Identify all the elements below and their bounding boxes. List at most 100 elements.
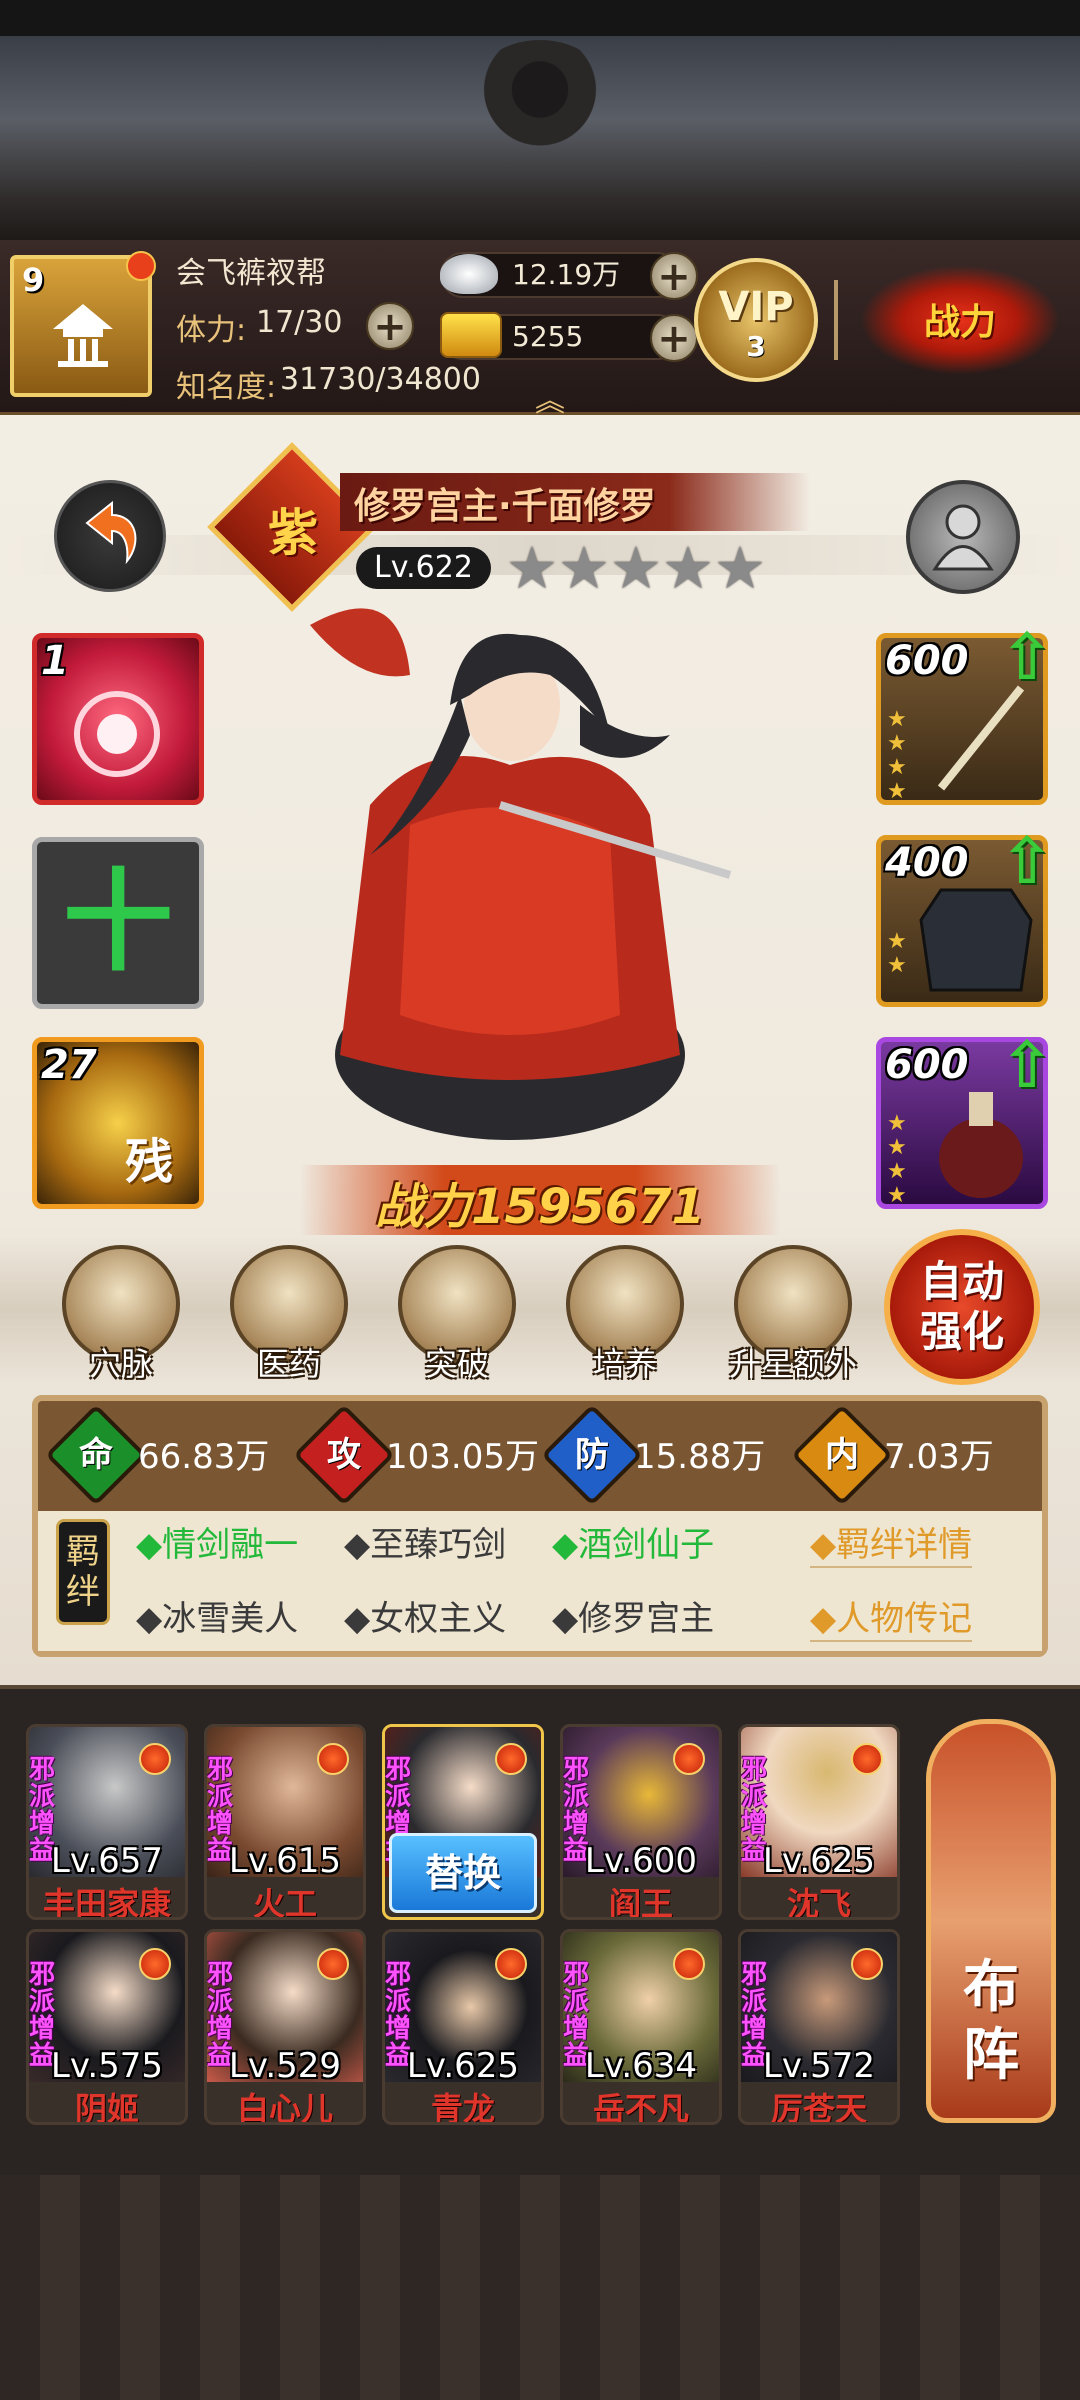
notification-dot	[673, 1948, 705, 1980]
player-level: 9	[22, 261, 45, 299]
notification-dot	[495, 1743, 527, 1775]
action-label: 医药	[256, 1345, 321, 1383]
stats-panel: 命 66.83万 攻 103.05万 防 15.88万 内 7.03万 羁绊 ◆…	[32, 1395, 1048, 1657]
add-gold-button[interactable]: +	[650, 314, 698, 362]
skill-count: 27	[41, 1042, 97, 1088]
team-hero-10[interactable]: 邪派增益 Lv.572 厉苍天	[738, 1929, 900, 2125]
hero-level: Lv.634	[584, 2046, 698, 2086]
vip-level: 3	[746, 330, 766, 363]
back-arrow-icon	[85, 500, 137, 565]
roof-banner	[0, 0, 1080, 240]
action-label: 突破	[424, 1345, 489, 1383]
bond-inactive-2: ◆至臻巧剑	[344, 1525, 507, 1565]
auto-enhance-button[interactable]: 自动强化	[884, 1229, 1040, 1385]
gold-icon	[440, 312, 502, 358]
back-button[interactable]	[54, 480, 166, 592]
stat-value-defense: 15.88万	[634, 1437, 766, 1477]
bond-inactive-4: ◆冰雪美人	[136, 1599, 299, 1639]
replace-button[interactable]: 替换	[389, 1833, 537, 1913]
team-roster: 邪派增益 Lv.657 丰田家康 邪派增益 Lv.615 火工 邪派增益 替换 …	[0, 1685, 1080, 2175]
biography-link[interactable]: ◆人物传记	[810, 1591, 973, 1642]
notification-dot	[139, 1948, 171, 1980]
action-star-extra[interactable]: 升星额外	[708, 1245, 878, 1395]
action-label: 培养	[592, 1345, 657, 1383]
hero-level: Lv.625	[762, 1841, 876, 1881]
action-breakthrough[interactable]: 突破	[372, 1245, 542, 1395]
stamina-value: 17/30	[256, 305, 343, 340]
stat-value-attack: 103.05万	[386, 1437, 539, 1477]
hero-level: Lv.529	[228, 2046, 342, 2086]
upgrade-arrow-icon[interactable]: ⇧	[1000, 621, 1054, 695]
stat-icon-text: 攻	[327, 1435, 361, 1475]
hero-name: 丰田家康	[42, 1885, 171, 1920]
formation-button[interactable]: 布阵	[926, 1719, 1056, 2123]
silver-icon	[440, 254, 498, 294]
skill-slot-3[interactable]: 27 残	[32, 1037, 204, 1209]
fame-value: 31730/34800	[280, 362, 481, 397]
bond-active-1: ◆情剑融一	[136, 1525, 299, 1565]
add-stamina-button[interactable]: +	[366, 302, 414, 350]
expand-chevron-icon[interactable]: ︽	[524, 376, 576, 419]
vip-badge[interactable]: VIP 3	[694, 258, 818, 382]
hero-level: Lv.600	[584, 1841, 698, 1881]
skill-slot-1[interactable]: 1	[32, 633, 204, 805]
hero-power: 战力1595671	[375, 1179, 705, 1235]
fame-label: 知名度:	[176, 370, 277, 405]
notification-dot	[317, 1948, 349, 1980]
team-hero-9[interactable]: 邪派增益 Lv.634 岳不凡	[560, 1929, 722, 2125]
stat-icon-defense: 防	[541, 1404, 643, 1506]
warrior-icon	[932, 504, 994, 571]
team-hero-2[interactable]: 邪派增益 Lv.615 火工	[204, 1724, 366, 1920]
hero-list-button[interactable]	[906, 480, 1020, 594]
player-avatar[interactable]: 9	[10, 251, 156, 397]
hero-name: 青龙	[430, 2090, 495, 2125]
swirl-icon	[74, 691, 160, 777]
hero-name: 阴姬	[74, 2090, 139, 2125]
bond-inactive-5: ◆女权主义	[344, 1599, 507, 1639]
silver-value: 12.19万	[512, 258, 621, 291]
combat-power-badge[interactable]: 战力	[860, 265, 1060, 375]
add-skill-icon: 十	[63, 858, 173, 986]
player-info-bar: 9 会飞裤衩帮 体力: 17/30 + 知名度: 31730/34800 ︽ 1…	[0, 240, 1080, 419]
action-cultivate[interactable]: 培养	[540, 1245, 710, 1395]
bottom-decoration	[0, 2175, 1080, 2400]
pavilion-icon	[48, 299, 118, 369]
skill-slot-empty[interactable]: 十	[32, 837, 204, 1009]
hero-name: 修罗宫主·千面修罗	[354, 486, 656, 527]
upgrade-arrow-icon[interactable]: ⇧	[1000, 1029, 1054, 1103]
vip-label: VIP	[718, 284, 794, 330]
stat-icon-hp: 命	[45, 1404, 147, 1506]
hero-portrait	[250, 585, 770, 1145]
stat-value-hp: 66.83万	[138, 1437, 270, 1477]
action-label: 升星额外	[728, 1345, 857, 1383]
upgrade-arrow-icon[interactable]: ⇧	[1000, 825, 1054, 899]
rarity-text: 紫	[268, 504, 318, 562]
stat-icon-text: 命	[79, 1435, 113, 1475]
player-name: 会飞裤衩帮	[176, 256, 326, 291]
equip-stars: ★ ★	[887, 929, 907, 978]
hero-name: 岳不凡	[592, 2090, 689, 2125]
bond-details-link[interactable]: ◆羁绊详情	[810, 1517, 973, 1568]
divider	[834, 280, 838, 360]
add-silver-button[interactable]: +	[650, 252, 698, 300]
team-hero-8[interactable]: 邪派增益 Lv.625 青龙	[382, 1929, 544, 2125]
equip-stars: ★ ★ ★ ★	[887, 707, 907, 804]
action-medicine[interactable]: 医药	[204, 1245, 374, 1395]
team-hero-1[interactable]: 邪派增益 Lv.657 丰田家康	[26, 1724, 188, 1920]
team-hero-5[interactable]: 邪派增益 Lv.625 沈飞	[738, 1724, 900, 1920]
hero-level: Lv.572	[762, 2046, 876, 2086]
team-hero-6[interactable]: 邪派增益 Lv.575 阴姬	[26, 1929, 188, 2125]
notification-dot	[495, 1948, 527, 1980]
fragment-label: 残	[125, 1134, 174, 1190]
stat-value-inner: 7.03万	[884, 1437, 994, 1477]
notification-dot	[851, 1743, 883, 1775]
action-acupoint[interactable]: 穴脉	[36, 1245, 206, 1395]
hero-name: 厉苍天	[770, 2090, 867, 2125]
team-hero-4[interactable]: 邪派增益 Lv.600 阎王	[560, 1724, 722, 1920]
team-hero-3[interactable]: 邪派增益 替换	[382, 1724, 544, 1920]
team-hero-7[interactable]: 邪派增益 Lv.529 白心儿	[204, 1929, 366, 2125]
action-label: 穴脉	[88, 1345, 153, 1383]
formation-label: 布阵	[963, 1955, 1019, 2088]
hero-name: 阎王	[608, 1885, 673, 1920]
notification-dot	[317, 1743, 349, 1775]
